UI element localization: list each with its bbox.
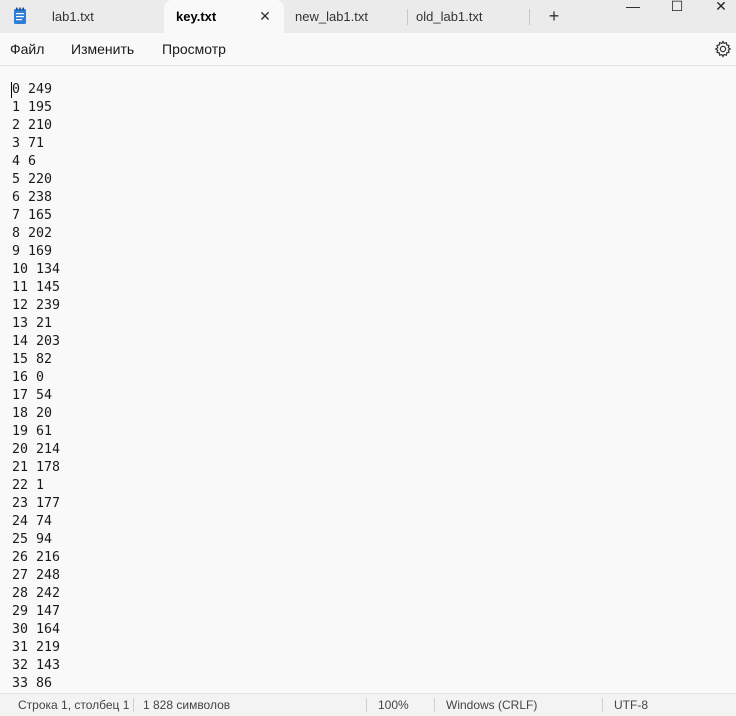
text-line[interactable]: 4 6	[12, 153, 60, 171]
menu-view[interactable]: Просмотр	[162, 33, 226, 65]
tab-old-lab1[interactable]: old_lab1.txt	[404, 0, 528, 33]
text-line[interactable]: 30 164	[12, 621, 60, 639]
tab-divider	[529, 9, 530, 25]
close-window-icon[interactable]: ✕	[706, 0, 736, 13]
text-line[interactable]: 6 238	[12, 189, 60, 207]
cursor-position: Строка 1, столбец 1	[18, 698, 130, 712]
gear-icon[interactable]	[714, 40, 732, 58]
tab-new-lab1[interactable]: new_lab1.txt	[283, 0, 407, 33]
text-line[interactable]: 26 216	[12, 549, 60, 567]
text-line[interactable]: 16 0	[12, 369, 60, 387]
text-line[interactable]: 18 20	[12, 405, 60, 423]
status-divider	[434, 698, 435, 712]
text-line[interactable]: 15 82	[12, 351, 60, 369]
text-line[interactable]: 8 202	[12, 225, 60, 243]
text-line[interactable]: 28 242	[12, 585, 60, 603]
text-line[interactable]: 29 147	[12, 603, 60, 621]
status-bar: Строка 1, столбец 1 1 828 символов 100% …	[0, 693, 736, 716]
zoom-level[interactable]: 100%	[378, 694, 409, 716]
menu-bar: Файл Изменить Просмотр	[0, 33, 736, 66]
tab-label: old_lab1.txt	[416, 9, 483, 24]
tab-label: lab1.txt	[52, 9, 94, 24]
text-line[interactable]: 14 203	[12, 333, 60, 351]
maximize-icon[interactable]: ☐	[662, 0, 692, 13]
text-line[interactable]: 13 21	[12, 315, 60, 333]
editor-content[interactable]: 0 249 1 195 2 210 3 71 4 65 220 6 238 7 165 8 2…	[12, 81, 60, 687]
text-line[interactable]: 1 195	[12, 99, 60, 117]
text-line[interactable]: 19 61	[12, 423, 60, 441]
tab-label: new_lab1.txt	[295, 9, 368, 24]
text-line[interactable]: 21 178	[12, 459, 60, 477]
text-line[interactable]: 22 1	[12, 477, 60, 495]
status-divider	[133, 698, 134, 712]
text-line[interactable]: 10 134	[12, 261, 60, 279]
text-line[interactable]: 12 239	[12, 297, 60, 315]
char-count: 1 828 символов	[143, 698, 231, 712]
text-line[interactable]: 9 169	[12, 243, 60, 261]
text-line[interactable]: 27 248	[12, 567, 60, 585]
text-line[interactable]: 7 165	[12, 207, 60, 225]
text-caret	[11, 82, 12, 98]
menu-file[interactable]: Файл	[10, 33, 44, 65]
tab-label: key.txt	[176, 9, 217, 24]
text-line[interactable]: 2 210	[12, 117, 60, 135]
new-tab-icon[interactable]: +	[543, 0, 565, 33]
status-divider	[366, 698, 367, 712]
line-ending[interactable]: Windows (CRLF)	[446, 694, 537, 716]
title-bar: lab1.txt key.txt ✕ new_lab1.txt old_lab1…	[0, 0, 736, 33]
text-line[interactable]: 0 249	[12, 81, 60, 99]
text-line[interactable]: 17 54	[12, 387, 60, 405]
text-line[interactable]: 23 177	[12, 495, 60, 513]
text-line[interactable]: 20 214	[12, 441, 60, 459]
text-line[interactable]: 33 86	[12, 675, 60, 687]
text-line[interactable]: 31 219	[12, 639, 60, 657]
menu-edit[interactable]: Изменить	[71, 33, 134, 65]
text-line[interactable]: 24 74	[12, 513, 60, 531]
text-editor[interactable]: 0 249 1 195 2 210 3 71 4 65 220 6 238 7 165 8 2…	[0, 66, 736, 687]
close-tab-icon[interactable]: ✕	[254, 0, 276, 33]
notepad-icon	[14, 7, 26, 24]
tab-lab1[interactable]: lab1.txt	[40, 0, 164, 33]
text-line[interactable]: 3 71	[12, 135, 60, 153]
text-line[interactable]: 11 145	[12, 279, 60, 297]
encoding[interactable]: UTF-8	[614, 694, 648, 716]
text-line[interactable]: 5 220	[12, 171, 60, 189]
text-line[interactable]: 25 94	[12, 531, 60, 549]
minimize-icon[interactable]: —	[618, 0, 648, 13]
status-divider	[602, 698, 603, 712]
text-line[interactable]: 32 143	[12, 657, 60, 675]
